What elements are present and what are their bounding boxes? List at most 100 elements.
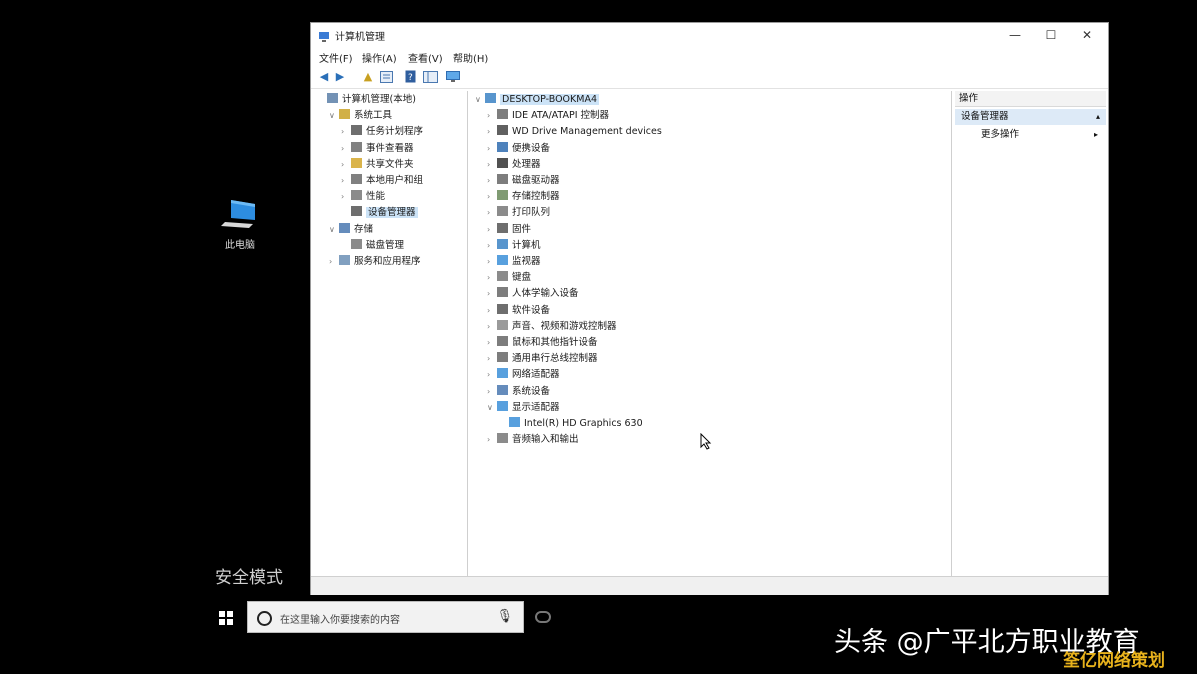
actions-section-device-manager[interactable]: 设备管理器 ▴	[955, 109, 1106, 125]
tree-item[interactable]: ∨ 显示适配器	[487, 400, 560, 416]
tree-item[interactable]: › 声音、视频和游戏控制器	[487, 319, 617, 335]
tree-item[interactable]: › 人体学输入设备	[487, 286, 579, 302]
up-folder-icon[interactable]: ▲	[360, 69, 376, 84]
collapsed-arrow-icon[interactable]: ›	[487, 384, 497, 400]
mouse-cursor-icon	[700, 433, 712, 450]
tree-item[interactable]: › 便携设备	[487, 141, 550, 157]
collapsed-arrow-icon[interactable]: ›	[341, 173, 351, 189]
tree-item[interactable]: › 处理器	[487, 157, 541, 173]
collapsed-arrow-icon[interactable]: ›	[487, 141, 497, 157]
tree-item[interactable]: › 软件设备	[487, 303, 550, 319]
tree-item-label: 通用串行总线控制器	[512, 353, 598, 365]
tree-item[interactable]: ∨ 系统工具	[329, 108, 392, 124]
menu-view[interactable]: 查看(V)	[408, 50, 443, 65]
watermark-logo-text: 筌亿网络策划	[1063, 651, 1165, 671]
close-button[interactable]: ✕	[1069, 23, 1105, 47]
tree-item[interactable]: Intel(R) HD Graphics 630	[499, 416, 643, 432]
tree-item[interactable]: › 本地用户和组	[341, 173, 423, 189]
maximize-button[interactable]: ☐	[1033, 23, 1069, 47]
expanded-arrow-icon[interactable]: ∨	[329, 108, 339, 124]
properties-icon[interactable]	[378, 69, 394, 84]
collapsed-arrow-icon[interactable]: ›	[487, 108, 497, 124]
tree-item[interactable]: › 服务和应用程序	[329, 254, 421, 270]
collapsed-arrow-icon[interactable]: ›	[487, 286, 497, 302]
tree-item[interactable]: › 共享文件夹	[341, 157, 414, 173]
device-manager-icon	[351, 206, 362, 217]
tree-item[interactable]: › 系统设备	[487, 384, 550, 400]
monitor-icon[interactable]	[445, 69, 461, 84]
tree-item-label: 本地用户和组	[366, 175, 424, 186]
back-icon[interactable]: ◀	[316, 69, 332, 84]
collapsed-arrow-icon[interactable]: ›	[487, 189, 497, 205]
device-tree-pane[interactable]: ∨ DESKTOP-BOOKMA4 › IDE ATA/ATAPI 控制器 › WD Dr…	[471, 91, 952, 576]
network-icon	[497, 368, 508, 379]
tree-item[interactable]: › 音频输入和输出	[487, 432, 579, 448]
tree-item[interactable]: › 监视器	[487, 254, 541, 270]
processor-icon	[497, 157, 508, 168]
expanded-arrow-icon[interactable]: ∨	[475, 92, 485, 108]
tree-item[interactable]: 设备管理器	[341, 205, 418, 221]
title-bar[interactable]: 计算机管理 — ☐ ✕	[311, 23, 1108, 47]
collapsed-arrow-icon[interactable]: ›	[487, 124, 497, 140]
collapsed-arrow-icon[interactable]: ›	[487, 157, 497, 173]
tree-item[interactable]: › 事件查看器	[341, 141, 414, 157]
tree-item[interactable]: › 存储控制器	[487, 189, 560, 205]
microphone-icon[interactable]: 🎙	[496, 609, 513, 624]
tree-item[interactable]: ∨ DESKTOP-BOOKMA4	[475, 92, 600, 108]
tree-item[interactable]: ∨ 存储	[329, 222, 373, 238]
collapsed-arrow-icon[interactable]: ›	[487, 238, 497, 254]
tree-item[interactable]: › 计算机	[487, 238, 541, 254]
collapsed-arrow-icon[interactable]: ›	[487, 205, 497, 221]
minimize-button[interactable]: —	[997, 23, 1033, 47]
tree-item-label: 固件	[512, 223, 532, 235]
collapsed-arrow-icon[interactable]: ›	[341, 157, 351, 173]
collapsed-arrow-icon[interactable]: ›	[341, 141, 351, 157]
storage-icon	[339, 222, 350, 233]
help-icon[interactable]: ?	[402, 69, 418, 84]
tree-item[interactable]: › 键盘	[487, 270, 531, 286]
collapsed-arrow-icon[interactable]: ›	[487, 335, 497, 351]
collapsed-arrow-icon[interactable]: ›	[341, 124, 351, 140]
taskbar-search-box[interactable]: 在这里输入你要搜索的内容 🎙	[247, 601, 524, 633]
forward-icon[interactable]: ▶	[332, 69, 348, 84]
show-hide-tree-icon[interactable]	[422, 69, 438, 84]
tree-item[interactable]: › 磁盘驱动器	[487, 173, 560, 189]
tree-item[interactable]: › 固件	[487, 222, 531, 238]
collapsed-arrow-icon[interactable]: ›	[487, 222, 497, 238]
collapsed-arrow-icon[interactable]: ›	[329, 254, 339, 270]
collapsed-arrow-icon[interactable]: ›	[487, 351, 497, 367]
this-pc-desktop-icon[interactable]: 此电脑	[215, 198, 265, 251]
collapsed-arrow-icon[interactable]: ›	[487, 319, 497, 335]
tree-item[interactable]: › 通用串行总线控制器	[487, 351, 598, 367]
tree-item[interactable]: 磁盘管理	[341, 238, 404, 254]
collapsed-arrow-icon[interactable]: ›	[487, 367, 497, 383]
tree-item[interactable]: › WD Drive Management devices	[487, 124, 662, 140]
tree-item[interactable]: › 鼠标和其他指针设备	[487, 335, 598, 351]
tree-item[interactable]: 计算机管理(本地)	[317, 92, 416, 108]
tree-item[interactable]: › 任务计划程序	[341, 124, 423, 140]
collapsed-arrow-icon[interactable]: ›	[487, 270, 497, 286]
display-adapter-icon	[509, 417, 520, 427]
menu-action[interactable]: 操作(A)	[362, 50, 397, 65]
more-actions-item[interactable]: 更多操作 ▸	[955, 127, 1106, 143]
tree-item-label: 事件查看器	[366, 142, 414, 154]
collapsed-arrow-icon[interactable]: ›	[341, 189, 351, 205]
windows-start-icon[interactable]	[219, 611, 233, 625]
expanded-arrow-icon[interactable]: ∨	[487, 400, 497, 416]
tree-item[interactable]: › 性能	[341, 189, 385, 205]
menu-file[interactable]: 文件(F)	[319, 50, 353, 65]
task-view-icon[interactable]	[535, 611, 551, 623]
console-tree-pane[interactable]: 计算机管理(本地) ∨ 系统工具 › 任务计划程序 › 事件查看器 › 共享文件夹 › 本地用户和组…	[313, 91, 468, 576]
collapsed-arrow-icon[interactable]: ›	[487, 303, 497, 319]
tree-item[interactable]: › IDE ATA/ATAPI 控制器	[487, 108, 609, 124]
tree-item[interactable]: › 打印队列	[487, 205, 550, 221]
collapsed-arrow-icon[interactable]: ›	[487, 254, 497, 270]
software-device-icon	[497, 303, 508, 314]
collapsed-arrow-icon[interactable]: ›	[487, 432, 497, 448]
collapsed-arrow-icon[interactable]: ›	[487, 173, 497, 189]
safe-mode-label: 安全模式	[215, 568, 283, 588]
expanded-arrow-icon[interactable]: ∨	[329, 222, 339, 238]
tree-item[interactable]: › 网络适配器	[487, 367, 560, 383]
menu-help[interactable]: 帮助(H)	[453, 50, 488, 65]
actions-section-label: 设备管理器	[961, 111, 1009, 122]
